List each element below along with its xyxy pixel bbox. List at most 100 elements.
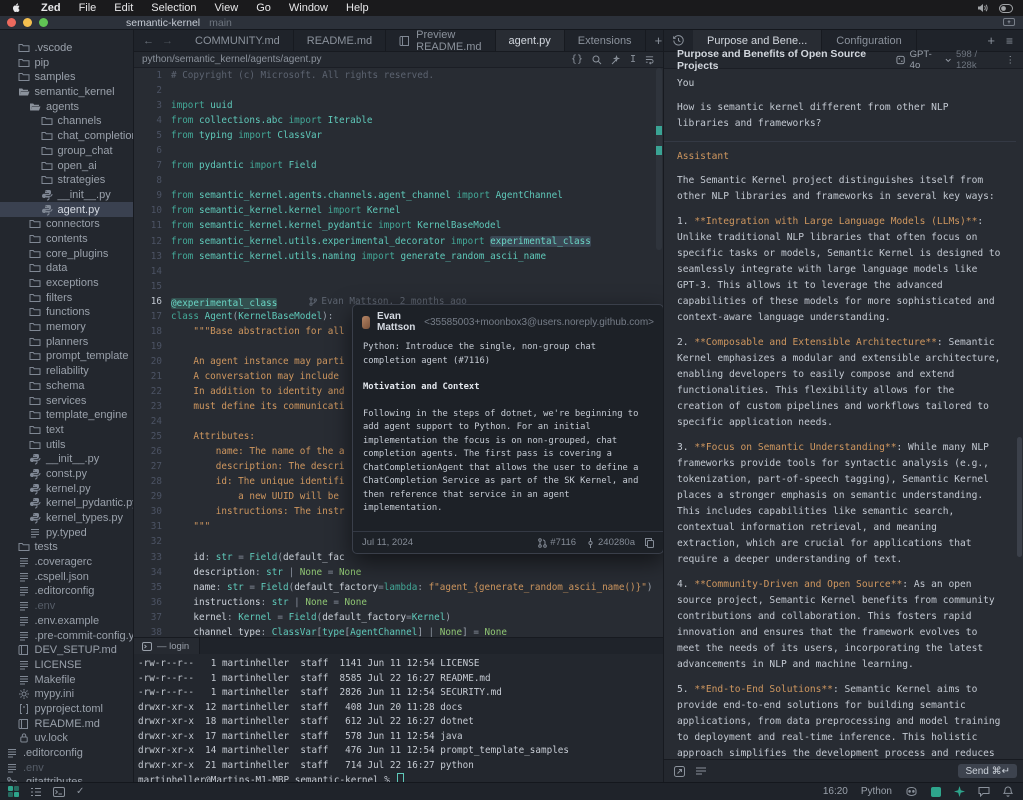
supermaven-icon[interactable] — [931, 787, 941, 797]
file-tree-item[interactable]: pyproject.toml — [0, 702, 134, 717]
conversation[interactable]: YouHow is semantic kernel different from… — [664, 69, 1016, 759]
file-tree-item[interactable]: agents — [0, 99, 134, 114]
file-tree-item[interactable]: chat_completion — [0, 129, 134, 144]
file-tree-item[interactable]: channels — [0, 114, 134, 129]
file-tree-item[interactable]: py.typed — [0, 525, 134, 540]
selection-mode-icon[interactable]: I — [630, 54, 636, 65]
file-tree-item[interactable]: reliability — [0, 364, 134, 379]
menu-selection[interactable]: Selection — [142, 2, 205, 14]
tab-community-md[interactable]: COMMUNITY.md — [182, 30, 294, 51]
menu-icon[interactable]: ≡ — [1006, 34, 1013, 48]
file-tree-item[interactable]: .env — [0, 599, 134, 614]
file-tree-item[interactable]: __init__.py — [0, 188, 134, 203]
scrollbar-thumb[interactable] — [656, 68, 662, 250]
file-tree-item[interactable] — [0, 30, 134, 41]
file-tree-item[interactable]: group_chat — [0, 144, 134, 159]
file-tree-item[interactable]: kernel_pydantic.py — [0, 496, 134, 511]
tab-agent-py[interactable]: agent.py — [496, 30, 565, 51]
language-indicator[interactable]: Python — [861, 786, 892, 797]
file-tree-item[interactable]: __init__.py — [0, 452, 134, 467]
window-title-bar[interactable]: semantic-kernel main — [0, 16, 1023, 30]
nav-forward-icon[interactable]: → — [162, 35, 173, 47]
file-tree-item[interactable]: core_plugins — [0, 246, 134, 261]
diagnostics-check-icon[interactable]: ✓ — [76, 786, 84, 797]
outline-panel-icon[interactable] — [30, 787, 42, 797]
menu-edit[interactable]: Edit — [105, 2, 142, 14]
file-tree-item[interactable]: filters — [0, 290, 134, 305]
file-tree-item[interactable]: semantic_kernel — [0, 85, 134, 100]
file-tree-item[interactable]: .editorconfig — [0, 584, 134, 599]
send-button[interactable]: Send ⌘↵ — [958, 764, 1017, 778]
commit-sha-link[interactable]: 240280a — [586, 537, 635, 548]
new-tab-button[interactable]: + — [655, 33, 663, 48]
file-tree-item[interactable]: memory — [0, 320, 134, 335]
file-tree-item[interactable]: Makefile — [0, 672, 134, 687]
inlay-hints-icon[interactable]: {} — [571, 54, 583, 65]
git-branch-name[interactable]: main — [209, 17, 232, 29]
project-name[interactable]: semantic-kernel — [126, 17, 200, 29]
copy-icon[interactable] — [645, 538, 654, 548]
chevron-down-icon[interactable] — [945, 58, 951, 63]
search-icon[interactable] — [592, 55, 602, 65]
file-tree-item[interactable]: prompt_template — [0, 349, 134, 364]
file-tree-item[interactable]: .vscode — [0, 41, 134, 56]
file-tree-item[interactable]: DEV_SETUP.md — [0, 643, 134, 658]
file-tree-item[interactable]: tests — [0, 540, 134, 555]
tab-readme-md[interactable]: README.md — [294, 30, 386, 51]
tab-extensions[interactable]: Extensions — [565, 30, 646, 51]
chat-icon[interactable] — [978, 786, 990, 797]
menu-view[interactable]: View — [206, 2, 248, 14]
inline-assist-icon[interactable] — [611, 55, 621, 65]
message-role-label[interactable]: You — [677, 76, 1003, 92]
file-tree-item[interactable]: data — [0, 261, 134, 276]
insert-into-editor-icon[interactable] — [674, 766, 685, 777]
file-tree-item[interactable]: services — [0, 393, 134, 408]
menu-go[interactable]: Go — [247, 2, 280, 14]
quote-selection-icon[interactable] — [695, 766, 707, 776]
menu-window[interactable]: Window — [280, 2, 337, 14]
more-options-icon[interactable]: ⋮ — [1006, 55, 1016, 66]
tab-preview-readme-md[interactable]: Preview README.md — [386, 30, 495, 51]
copilot-icon[interactable] — [905, 786, 918, 797]
file-tree-item[interactable]: schema — [0, 379, 134, 394]
file-tree-item[interactable]: text — [0, 423, 134, 438]
file-tree-item[interactable]: template_engine — [0, 408, 134, 423]
file-tree-item[interactable]: .env — [0, 760, 134, 775]
file-tree-item[interactable]: connectors — [0, 217, 134, 232]
screen-share-icon[interactable] — [1003, 18, 1015, 27]
menu-file[interactable]: File — [70, 2, 106, 14]
new-chat-button[interactable]: + — [987, 33, 995, 48]
code-editor[interactable]: 1# Copyright (c) Microsoft. All rights r… — [134, 68, 663, 637]
soft-wrap-icon[interactable] — [645, 55, 655, 65]
file-tree-item[interactable]: .pre-commit-config.yaml — [0, 628, 134, 643]
inline-completion-sparkle-icon[interactable] — [954, 786, 965, 797]
file-tree-item[interactable]: functions — [0, 305, 134, 320]
file-tree-item[interactable]: const.py — [0, 467, 134, 482]
file-tree-item[interactable]: .env.example — [0, 614, 134, 629]
menu-zed[interactable]: Zed — [32, 2, 70, 14]
file-tree-item[interactable]: uv.lock — [0, 731, 134, 746]
message-role-label[interactable]: Assistant — [677, 149, 1003, 165]
file-tree-item[interactable]: kernel.py — [0, 481, 134, 496]
file-tree-item[interactable]: LICENSE — [0, 658, 134, 673]
file-tree-item[interactable]: open_ai — [0, 158, 134, 173]
breadcrumb[interactable]: python/semantic_kernel/agents/agent.py — [142, 54, 322, 65]
file-tree-item[interactable]: .cspell.json — [0, 569, 134, 584]
apple-logo-icon[interactable] — [12, 2, 22, 14]
terminal-tab[interactable]: — login — [134, 638, 200, 654]
file-tree-item[interactable]: contents — [0, 232, 134, 247]
file-tree-item[interactable]: samples — [0, 70, 134, 85]
file-tree-item[interactable]: agent.py — [0, 202, 134, 217]
file-tree-item[interactable]: pip — [0, 55, 134, 70]
assistant-scrollbar-thumb[interactable] — [1017, 437, 1022, 557]
file-tree-item[interactable]: .gitattributes — [0, 775, 134, 782]
zoom-window-button[interactable] — [39, 18, 48, 27]
terminal-panel-toggle-icon[interactable] — [53, 787, 65, 797]
file-tree-item[interactable]: README.md — [0, 716, 134, 731]
menu-help[interactable]: Help — [337, 2, 378, 14]
minimize-window-button[interactable] — [23, 18, 32, 27]
model-selector[interactable]: GPT-4o — [910, 49, 940, 71]
file-tree-item[interactable]: .editorconfig — [0, 746, 134, 761]
project-panel-toggle-icon[interactable] — [8, 786, 19, 797]
file-tree-item[interactable]: utils — [0, 437, 134, 452]
